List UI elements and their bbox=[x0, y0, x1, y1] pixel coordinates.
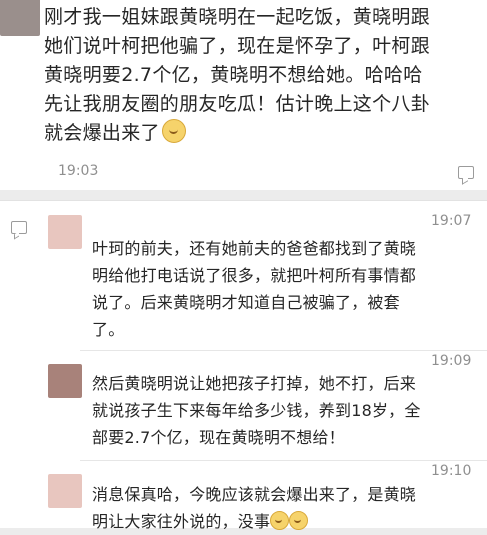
post-time: 19:03 bbox=[58, 163, 99, 179]
smile-emoji-icon bbox=[289, 511, 309, 530]
divider bbox=[80, 460, 487, 461]
smile-emoji-icon bbox=[161, 119, 186, 143]
comment-icon[interactable] bbox=[458, 166, 474, 179]
comment-text: 消息保真哈，今晚应该就会爆出来了，是黄晓 明让大家往外说的，没事 bbox=[92, 481, 482, 535]
commenter-avatar[interactable] bbox=[48, 474, 82, 508]
poster-avatar[interactable] bbox=[0, 0, 40, 36]
moment-post: 刚才我一姐妹跟黄晓明在一起吃饭，黄晓明跟 她们说叶柯把他骗了，现在是怀孕了，叶柯… bbox=[0, 0, 487, 190]
post-text-body: 刚才我一姐妹跟黄晓明在一起吃饭，黄晓明跟 她们说叶柯把他骗了，现在是怀孕了，叶柯… bbox=[44, 6, 431, 144]
comment-time: 19:07 bbox=[431, 213, 472, 229]
comment-time: 19:09 bbox=[431, 353, 472, 369]
commenter-avatar[interactable] bbox=[48, 215, 82, 249]
comment-bubble-icon bbox=[11, 221, 27, 234]
comment-text-body: 消息保真哈，今晚应该就会爆出来了，是黄晓 明让大家往外说的，没事 bbox=[92, 485, 417, 531]
commenter-avatar[interactable] bbox=[48, 364, 82, 398]
comment-item: 19:09 然后黄晓明说让她把孩子打掉，她不打，后来 就说孩子生下来每年给多少钱… bbox=[0, 350, 487, 460]
comment-item: 19:10 消息保真哈，今晚应该就会爆出来了，是黄晓 明让大家往外说的，没事 bbox=[0, 460, 487, 531]
comment-time: 19:10 bbox=[431, 463, 472, 479]
smile-emoji-icon bbox=[270, 511, 290, 530]
post-text: 刚才我一姐妹跟黄晓明在一起吃饭，黄晓明跟 她们说叶柯把他骗了，现在是怀孕了，叶柯… bbox=[44, 3, 484, 148]
comment-text: 叶珂的前夫，还有她前夫的爸爸都找到了黄晓 明给他打电话说了很多，就把叶柯所有事情… bbox=[92, 239, 417, 339]
comment-item: 19:07 叶珂的前夫，还有她前夫的爸爸都找到了黄晓 明给他打电话说了很多，就把… bbox=[0, 200, 487, 350]
comment-text: 然后黄晓明说让她把孩子打掉，她不打，后来 就说孩子生下来每年给多少钱，养到18岁… bbox=[92, 374, 421, 447]
divider bbox=[80, 350, 487, 351]
